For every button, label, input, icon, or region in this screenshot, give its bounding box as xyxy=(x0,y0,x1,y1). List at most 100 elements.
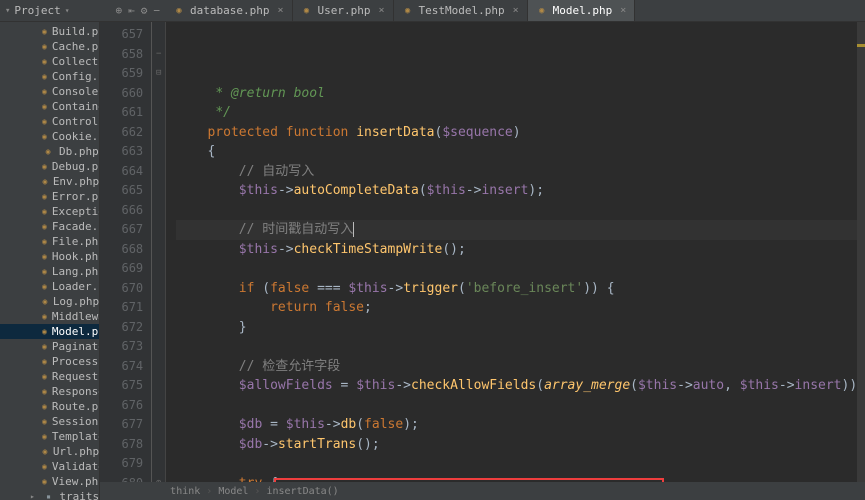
tree-item-Hook-php[interactable]: ◉Hook.php xyxy=(0,249,99,264)
code-line[interactable]: { xyxy=(176,142,865,162)
tree-item-traits[interactable]: ▸▪traits xyxy=(0,489,99,500)
tree-item-Validate-php[interactable]: ◉Validate.php xyxy=(0,459,99,474)
close-icon[interactable]: × xyxy=(513,5,519,16)
expand-arrow-icon[interactable]: ▸ xyxy=(30,492,38,500)
tree-item-Config-php[interactable]: ◉Config.php xyxy=(0,69,99,84)
fold-marker[interactable] xyxy=(152,396,165,416)
tree-item-Collection-php[interactable]: ◉Collection.php xyxy=(0,54,99,69)
target-icon[interactable]: ⊕ xyxy=(116,4,123,17)
code-area[interactable]: * @return bool */ protected function ins… xyxy=(166,22,865,482)
tree-item-Request-php[interactable]: ◉Request.php xyxy=(0,369,99,384)
fold-marker[interactable] xyxy=(152,240,165,260)
code-line[interactable]: $db->startTrans(); xyxy=(176,435,865,455)
tree-item-Lang-php[interactable]: ◉Lang.php xyxy=(0,264,99,279)
code-line[interactable]: $this->autoCompleteData($this->insert); xyxy=(176,181,865,201)
breadcrumb-segment[interactable]: Model xyxy=(218,486,248,497)
tab-User-php[interactable]: ◉User.php× xyxy=(293,0,394,21)
fold-marker[interactable] xyxy=(152,181,165,201)
gear-icon[interactable]: ⚙ xyxy=(141,4,148,17)
tree-item-Route-php[interactable]: ◉Route.php xyxy=(0,399,99,414)
code-line[interactable] xyxy=(176,454,865,474)
code-line[interactable]: // 检查允许字段 xyxy=(176,357,865,377)
code-line[interactable]: protected function insertData($sequence) xyxy=(176,123,865,143)
tree-item-Env-php[interactable]: ◉Env.php xyxy=(0,174,99,189)
breadcrumb-segment[interactable]: think xyxy=(170,486,200,497)
fold-marker[interactable] xyxy=(152,123,165,143)
fold-marker[interactable]: − xyxy=(152,45,165,65)
tree-item-Process-php[interactable]: ◉Process.php xyxy=(0,354,99,369)
code-line[interactable] xyxy=(176,201,865,221)
tree-item-Error-php[interactable]: ◉Error.php xyxy=(0,189,99,204)
project-dropdown-icon[interactable]: ▾ xyxy=(65,6,70,15)
tree-item-Console-php[interactable]: ◉Console.php xyxy=(0,84,99,99)
fold-marker[interactable] xyxy=(152,162,165,182)
tree-item-Url-php[interactable]: ◉Url.php xyxy=(0,444,99,459)
fold-marker[interactable] xyxy=(152,103,165,123)
fold-marker[interactable] xyxy=(152,259,165,279)
tree-item-File-php[interactable]: ◉File.php xyxy=(0,234,99,249)
tab-database-php[interactable]: ◉database.php× xyxy=(165,0,293,21)
breadcrumb-bar[interactable]: think › Model › insertData() xyxy=(100,482,865,500)
fold-marker[interactable] xyxy=(152,454,165,474)
fold-marker[interactable] xyxy=(152,415,165,435)
code-line[interactable]: */ xyxy=(176,103,865,123)
close-icon[interactable]: × xyxy=(277,5,283,16)
code-line[interactable]: } xyxy=(176,318,865,338)
fold-marker[interactable] xyxy=(152,376,165,396)
tree-item-Exception-php[interactable]: ◉Exception.php xyxy=(0,204,99,219)
tree-item-Facade-php[interactable]: ◉Facade.php xyxy=(0,219,99,234)
tree-item-Model-php[interactable]: ◉Model.php xyxy=(0,324,99,339)
fold-marker[interactable] xyxy=(152,201,165,221)
collapse-icon[interactable]: ⇤ xyxy=(128,4,135,17)
code-line[interactable] xyxy=(176,337,865,357)
tree-item-Cache-php[interactable]: ◉Cache.php xyxy=(0,39,99,54)
fold-marker[interactable] xyxy=(152,279,165,299)
mini-map[interactable] xyxy=(857,22,865,482)
code-line[interactable]: $db = $this->db(false); xyxy=(176,415,865,435)
close-icon[interactable]: × xyxy=(379,5,385,16)
tab-TestModel-php[interactable]: ◉TestModel.php× xyxy=(394,0,528,21)
fold-marker[interactable] xyxy=(152,25,165,45)
fold-marker[interactable] xyxy=(152,298,165,318)
fold-marker[interactable] xyxy=(152,357,165,377)
code-line[interactable]: $allowFields = $this->checkAllowFields(a… xyxy=(176,376,865,396)
fold-marker[interactable] xyxy=(152,435,165,455)
project-sidebar[interactable]: ◉Build.php◉Cache.php◉Collection.php◉Conf… xyxy=(0,22,100,500)
tab-Model-php[interactable]: ◉Model.php× xyxy=(528,0,636,21)
code-editor[interactable]: 6576586596606616626636646656666676686696… xyxy=(100,22,865,482)
fold-marker[interactable] xyxy=(152,84,165,104)
fold-marker[interactable] xyxy=(152,318,165,338)
tree-item-Debug-php[interactable]: ◉Debug.php xyxy=(0,159,99,174)
code-line[interactable]: return false; xyxy=(176,298,865,318)
tree-item-Loader-php[interactable]: ◉Loader.php xyxy=(0,279,99,294)
project-collapse-icon[interactable]: ▾ xyxy=(5,6,10,16)
fold-marker[interactable] xyxy=(152,220,165,240)
code-line[interactable]: $this->checkTimeStampWrite(); xyxy=(176,240,865,260)
tree-item-Build-php[interactable]: ◉Build.php xyxy=(0,24,99,39)
hide-icon[interactable]: − xyxy=(153,4,160,17)
code-line[interactable]: if (false === $this->trigger('before_ins… xyxy=(176,279,865,299)
code-line[interactable] xyxy=(176,396,865,416)
close-icon[interactable]: × xyxy=(620,5,626,16)
code-line[interactable]: * @return bool xyxy=(176,84,865,104)
code-line[interactable] xyxy=(176,259,865,279)
tree-item-Controller-php[interactable]: ◉Controller.php xyxy=(0,114,99,129)
tree-item-Paginator-php[interactable]: ◉Paginator.php xyxy=(0,339,99,354)
tree-item-Session-php[interactable]: ◉Session.php xyxy=(0,414,99,429)
fold-marker[interactable]: ⊕ xyxy=(152,474,165,483)
code-line[interactable]: try { xyxy=(176,474,865,483)
tree-item-Container-php[interactable]: ◉Container.php xyxy=(0,99,99,114)
fold-marker[interactable]: ⊟ xyxy=(152,64,165,84)
tree-item-Template-php[interactable]: ◉Template.php xyxy=(0,429,99,444)
tree-item-Db-php[interactable]: ◉Db.php xyxy=(0,144,99,159)
tree-item-View-php[interactable]: ◉View.php xyxy=(0,474,99,489)
breadcrumb-segment[interactable]: insertData() xyxy=(266,486,338,497)
code-line[interactable]: // 时间戳自动写入 xyxy=(176,220,865,240)
tree-item-Cookie-php[interactable]: ◉Cookie.php xyxy=(0,129,99,144)
tree-item-Response-php[interactable]: ◉Response.php xyxy=(0,384,99,399)
fold-marker[interactable] xyxy=(152,337,165,357)
fold-marker[interactable] xyxy=(152,142,165,162)
tree-item-Middleware-php[interactable]: ◉Middleware.php xyxy=(0,309,99,324)
tree-item-Log-php[interactable]: ◉Log.php xyxy=(0,294,99,309)
fold-column[interactable]: −⊟ ⊕ xyxy=(152,22,166,482)
